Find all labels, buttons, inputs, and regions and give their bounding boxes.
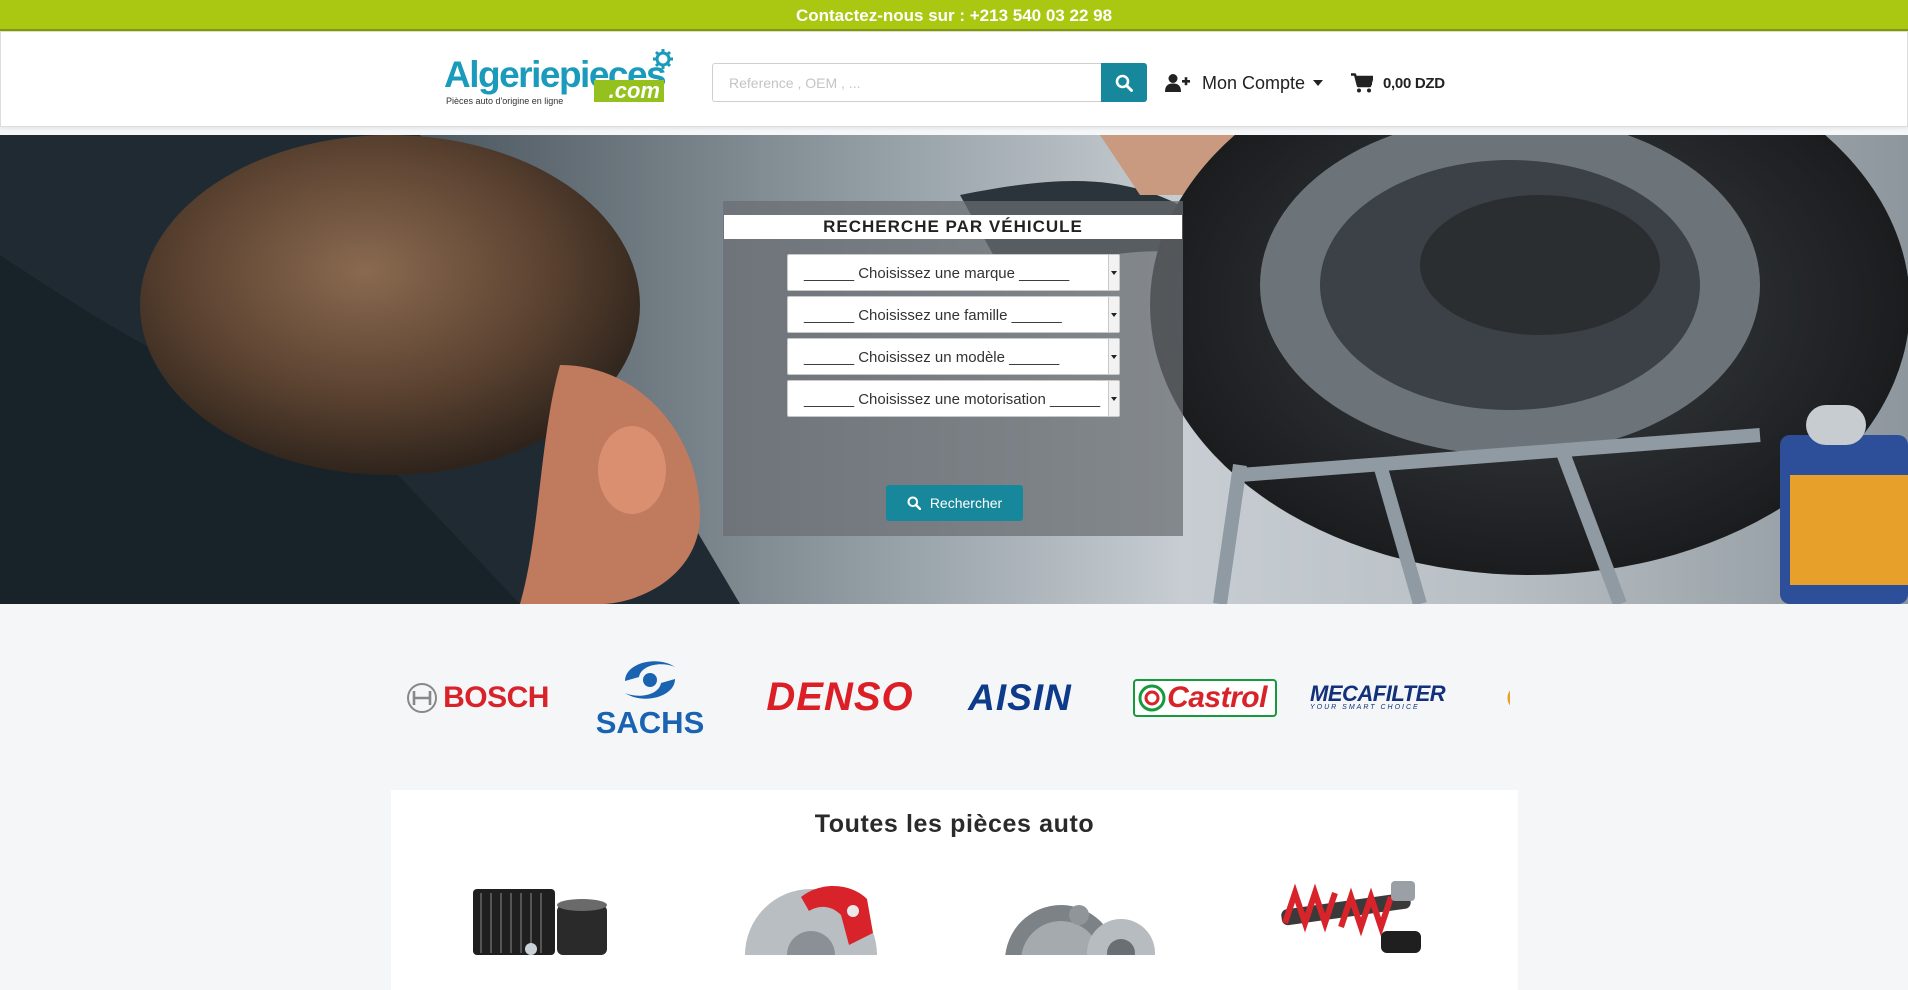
account-menu[interactable]: Mon Compte bbox=[1164, 70, 1324, 96]
cart-button[interactable]: 0,00 DZD bbox=[1351, 70, 1445, 96]
search-button[interactable] bbox=[1101, 63, 1147, 102]
chevron-down-icon bbox=[1313, 80, 1324, 86]
brand-logo-aisin[interactable]: AISIN bbox=[945, 645, 1095, 750]
chevron-down-icon bbox=[1108, 297, 1119, 332]
brand-logo-castrol[interactable]: Castrol bbox=[1125, 645, 1285, 750]
user-plus-icon bbox=[1165, 74, 1190, 92]
cart-total: 0,00 DZD bbox=[1383, 74, 1445, 92]
brand-logo-sachs[interactable]: SACHS bbox=[575, 645, 725, 750]
vehicle-search-title: RECHERCHE PAR VÉHICULE bbox=[724, 215, 1182, 239]
air-filter-image bbox=[473, 889, 607, 955]
hero-banner: RECHERCHE PAR VÉHICULE ______ Choisissez… bbox=[0, 135, 1908, 604]
chevron-down-icon bbox=[1108, 255, 1119, 290]
search-icon bbox=[1115, 74, 1133, 92]
brand-name: Castrol bbox=[1167, 680, 1267, 714]
search-icon bbox=[907, 496, 921, 510]
brand-logo-denso[interactable]: DENSO bbox=[760, 645, 920, 750]
contact-text: Contactez-nous sur : +213 540 03 22 98 bbox=[795, 6, 1113, 25]
logo-suffix: .com bbox=[594, 80, 664, 102]
cart-icon bbox=[1351, 73, 1373, 93]
brand-carousel: BOSCH SACHS DENSO AISIN Castrol MECAFILT… bbox=[400, 645, 1510, 750]
brand-name: SACHS bbox=[595, 704, 705, 740]
site-header: Algeriepieces .com Pièces auto d'origine… bbox=[0, 31, 1908, 127]
castrol-badge: Castrol bbox=[1133, 678, 1277, 717]
castrol-emblem-icon bbox=[1138, 684, 1166, 711]
model-select[interactable]: ______ Choisissez un modèle ______ bbox=[787, 338, 1120, 375]
brand-logo-mecafilter[interactable]: MECAFILTER YOUR SMART CHOICE bbox=[1310, 645, 1480, 750]
sachs-emblem-icon bbox=[625, 660, 675, 699]
contact-bar: Contactez-nous sur : +213 540 03 22 98 bbox=[0, 0, 1908, 31]
brand-logo-bosch[interactable]: BOSCH bbox=[400, 645, 550, 750]
partial-logo-icon bbox=[1507, 690, 1510, 705]
brake-disc-image bbox=[745, 885, 877, 990]
products-title: Toutes les pièces auto bbox=[814, 810, 1095, 838]
category-air-filter[interactable] bbox=[471, 875, 641, 955]
brand-name: MECAFILTER bbox=[1310, 681, 1446, 706]
brand-name: BOSCH bbox=[443, 680, 549, 714]
logo-tagline: Pièces auto d'origine en ligne bbox=[446, 96, 564, 106]
chevron-down-icon bbox=[1108, 381, 1119, 416]
shock-absorber-image bbox=[1281, 881, 1421, 953]
account-label: Mon Compte bbox=[1202, 72, 1306, 93]
brand-tagline: YOUR SMART CHOICE bbox=[1310, 704, 1420, 711]
chevron-down-icon bbox=[1108, 339, 1119, 374]
brand-select-value: ______ Choisissez une marque ______ bbox=[804, 265, 1070, 282]
product-categories-section: Toutes les pièces auto bbox=[391, 790, 1518, 990]
vehicle-search-button-label: Rechercher bbox=[929, 495, 1003, 511]
model-select-value: ______ Choisissez un modèle ______ bbox=[804, 349, 1060, 366]
bosch-armature-icon bbox=[407, 682, 438, 713]
engine-select-value: ______ Choisissez une motorisation _____… bbox=[804, 391, 1101, 408]
brand-logo-partial[interactable] bbox=[1500, 645, 1510, 750]
family-select[interactable]: ______ Choisissez une famille ______ bbox=[787, 296, 1120, 333]
brand-select[interactable]: ______ Choisissez une marque ______ bbox=[787, 254, 1120, 291]
vehicle-search-panel: RECHERCHE PAR VÉHICULE ______ Choisissez… bbox=[723, 201, 1183, 536]
search-input[interactable] bbox=[712, 63, 1102, 102]
brand-name: DENSO bbox=[766, 675, 914, 719]
brand-name: AISIN bbox=[968, 676, 1072, 718]
category-clutch[interactable] bbox=[1001, 875, 1171, 990]
category-brakes[interactable] bbox=[741, 875, 911, 990]
family-select-value: ______ Choisissez une famille ______ bbox=[804, 307, 1062, 324]
engine-select[interactable]: ______ Choisissez une motorisation _____… bbox=[787, 380, 1120, 417]
gear-icon bbox=[653, 49, 673, 69]
site-logo[interactable]: Algeriepieces .com Pièces auto d'origine… bbox=[444, 49, 676, 110]
clutch-kit-image bbox=[1005, 905, 1155, 990]
category-suspension[interactable] bbox=[1271, 875, 1441, 955]
vehicle-search-button[interactable]: Rechercher bbox=[886, 485, 1023, 521]
